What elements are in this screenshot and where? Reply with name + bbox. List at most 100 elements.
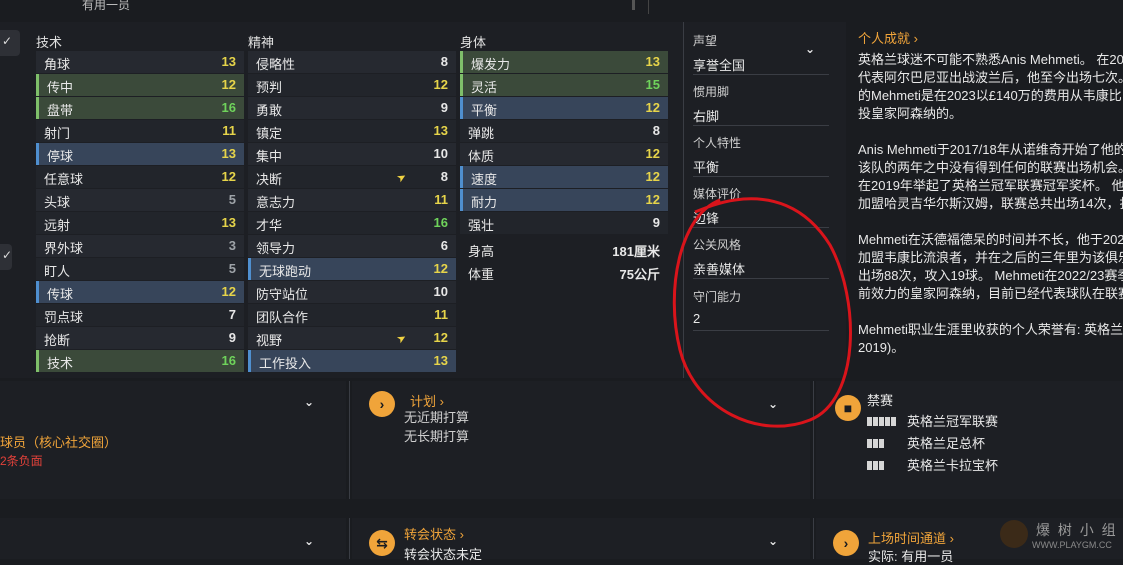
trend-arrow-icon: ➤	[394, 170, 409, 186]
attribute-row-technical[interactable]: 盘带 16	[36, 97, 244, 119]
attribute-row-technical[interactable]: 界外球 3	[36, 235, 244, 257]
divider	[648, 0, 649, 14]
attribute-row-technical[interactable]: 射门 11	[36, 120, 244, 142]
attribute-row-physical[interactable]: 耐力 12	[460, 189, 668, 211]
attribute-value: 12	[221, 77, 236, 92]
chevron-down-icon[interactable]: ⌄	[304, 395, 314, 409]
scrollbar[interactable]	[632, 0, 635, 10]
attribute-row-physical[interactable]: 强壮 9	[460, 212, 668, 234]
attribute-name: 勇敢	[256, 103, 283, 118]
attribute-row-technical[interactable]: 盯人 5	[36, 258, 244, 280]
attribute-row-mental[interactable]: 集中 10	[248, 143, 456, 165]
attribute-value: 5	[228, 261, 236, 276]
attribute-row-physical[interactable]: 弹跳 8	[460, 120, 668, 142]
ban-bar	[873, 461, 878, 470]
attribute-row-technical[interactable]: 传球 12	[36, 281, 244, 303]
attribute-value: 10	[433, 284, 448, 299]
attribute-name: 传中	[47, 80, 74, 95]
collapse-toggle[interactable]: ✓	[0, 30, 20, 56]
attribute-row-physical[interactable]: 体质 12	[460, 143, 668, 165]
attribute-row-physical[interactable]: 灵活 15	[460, 74, 668, 96]
bio-line: Mehmeti在沃德福德呆的时间并不长，他于202	[858, 232, 1123, 247]
chevron-down-icon[interactable]: ⌄	[768, 534, 778, 548]
attribute-value: 8	[440, 54, 448, 69]
ban-row: 英格兰足总杯	[867, 433, 985, 452]
attribute-row-mental[interactable]: 领导力 6	[248, 235, 456, 257]
attribute-value: 12	[433, 330, 448, 345]
attribute-value: 13	[645, 54, 660, 69]
attribute-row-physical[interactable]: 爆发力 13	[460, 51, 668, 73]
attribute-row-physical[interactable]: 速度 12	[460, 166, 668, 188]
playtime-title[interactable]: 上场时间通道 ›	[868, 528, 954, 547]
attribute-name: 射门	[44, 126, 71, 141]
chevron-down-icon[interactable]: ⌄	[304, 534, 314, 548]
attribute-row-mental[interactable]: 镇定 13	[248, 120, 456, 142]
ban-bar	[873, 417, 878, 426]
filter-toggle-1[interactable]: ✓	[0, 244, 12, 270]
ban-panel: ■ 禁赛 英格兰冠军联赛 英格兰足总杯 英格兰卡拉宝杯	[816, 381, 1123, 499]
chevron-down-icon[interactable]: ⌄	[805, 42, 815, 56]
attribute-row-technical[interactable]: 远射 13	[36, 212, 244, 234]
relationships-panel: ⌄ 球员（核心社交圈） 2条负面	[0, 381, 346, 499]
attribute-name: 预判	[256, 80, 283, 95]
attribute-row-mental[interactable]: 防守站位 10	[248, 281, 456, 303]
pr-block: 公关风格 亲善媒体	[693, 236, 829, 279]
ban-row: 英格兰冠军联赛	[867, 411, 998, 430]
ban-bars-icon	[867, 458, 899, 473]
trait-label: 个人特性	[693, 136, 742, 150]
attribute-row-mental[interactable]: 无球跑动 12	[248, 258, 456, 280]
divider	[349, 518, 350, 559]
attribute-row-mental[interactable]: 意志力 11	[248, 189, 456, 211]
attribute-row-mental[interactable]: 团队合作 11	[248, 304, 456, 326]
attribute-row-mental[interactable]: 视野 12 ➤	[248, 327, 456, 349]
chevron-down-icon[interactable]: ⌄	[768, 397, 778, 411]
attribute-name: 罚点球	[44, 310, 84, 325]
attribute-row-technical[interactable]: 罚点球 7	[36, 304, 244, 326]
attribute-row-technical[interactable]: 抢断 9	[36, 327, 244, 349]
attribute-name: 侵略性	[256, 57, 296, 72]
ban-competition: 英格兰卡拉宝杯	[907, 458, 999, 473]
attribute-name: 灵活	[471, 80, 498, 95]
achievements-link[interactable]: 个人成就 ›	[858, 28, 918, 47]
attribute-row-mental[interactable]: 侵略性 8	[248, 51, 456, 73]
attribute-row-mental[interactable]: 才华 16	[248, 212, 456, 234]
attribute-row-technical[interactable]: 停球 13	[36, 143, 244, 165]
transfer-icon[interactable]: ⇆	[369, 530, 395, 556]
mental-title: 精神	[248, 35, 275, 50]
attribute-row-technical[interactable]: 头球 5	[36, 189, 244, 211]
attribute-value: 13	[433, 353, 448, 368]
check-icon: ✓	[2, 248, 13, 262]
reputation-value: 享誉全国	[693, 58, 746, 73]
chevron-right-icon[interactable]: ›	[833, 530, 859, 556]
technical-title: 技术	[36, 35, 63, 50]
attribute-value: 16	[221, 100, 236, 115]
weight-label: 体重	[468, 267, 495, 282]
attribute-row-technical[interactable]: 传中 12	[36, 74, 244, 96]
attribute-row-physical[interactable]: 平衡 12	[460, 97, 668, 119]
weight-row: 体重 75公斤	[460, 261, 668, 283]
bio-panel: 个人成就 › 英格兰球迷不可能不熟悉Anis Mehmeti。 在20 代表阿尔巴…	[850, 22, 1123, 378]
physical-title: 身体	[460, 35, 487, 50]
attribute-row-technical[interactable]: 技术 16	[36, 350, 244, 372]
attribute-row-technical[interactable]: 角球 13	[36, 51, 244, 73]
media-label: 媒体评价	[693, 187, 742, 201]
attribute-value: 12	[645, 100, 660, 115]
attribute-name: 爆发力	[471, 57, 511, 72]
attribute-value: 9	[652, 215, 660, 230]
attribute-name: 才华	[256, 218, 283, 233]
ban-bars-icon	[867, 436, 899, 451]
transfer-title[interactable]: 转会状态 ›	[404, 524, 464, 543]
attribute-name: 弹跳	[468, 126, 495, 141]
attribute-row-mental[interactable]: 勇敢 9	[248, 97, 456, 119]
attribute-name: 强壮	[468, 218, 495, 233]
attribute-value: 8	[440, 169, 448, 184]
chevron-right-icon[interactable]: ›	[369, 391, 395, 417]
attribute-row-technical[interactable]: 任意球 12	[36, 166, 244, 188]
attribute-row-mental[interactable]: 预判 12	[248, 74, 456, 96]
bio-line: 出场88次，攻入19球。 Mehmeti在2022/23赛季	[858, 268, 1123, 283]
bio-line: Mehmeti职业生涯里收获的个人荣誉有: 英格兰	[858, 322, 1123, 337]
attribute-row-mental[interactable]: 决断 8 ➤	[248, 166, 456, 188]
watermark: 爆 树 小 组 WWW.PLAYGM.CC	[1000, 520, 1120, 556]
attribute-row-mental[interactable]: 工作投入 13	[248, 350, 456, 372]
ban-bar	[891, 417, 896, 426]
